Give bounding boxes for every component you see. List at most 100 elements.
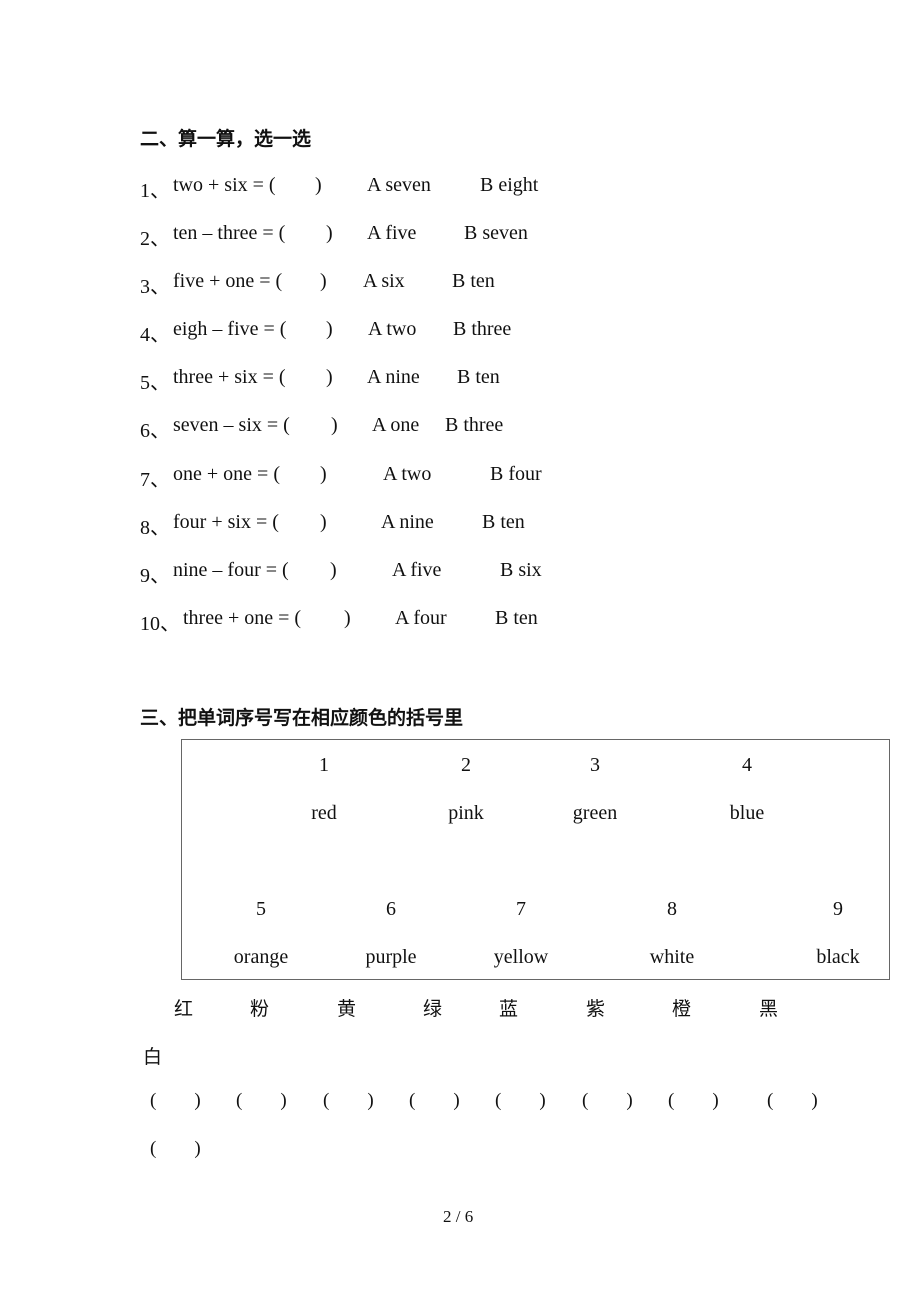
- close-paren: ): [811, 1090, 818, 1111]
- color-word: pink: [448, 802, 484, 824]
- color-word: green: [572, 802, 618, 824]
- open-paren: (: [495, 1090, 502, 1111]
- option-b[interactable]: B ten: [452, 270, 495, 293]
- option-a[interactable]: A five: [392, 559, 441, 582]
- open-paren: (: [409, 1090, 416, 1111]
- question-expression: four + six = (: [173, 511, 279, 533]
- question-expression: one + one = (: [173, 463, 280, 485]
- word-number: 3: [590, 754, 600, 776]
- option-a[interactable]: A five: [367, 222, 416, 245]
- chinese-color-label: 黄: [337, 998, 357, 1020]
- option-b[interactable]: B seven: [464, 222, 528, 245]
- answer-close-paren: ): [344, 607, 351, 629]
- option-a[interactable]: A one: [372, 414, 419, 437]
- question-expression: seven – six = (: [173, 414, 290, 436]
- section-2-title: 二、算一算，选一选: [140, 128, 312, 150]
- chinese-color-label: 黑: [759, 998, 779, 1020]
- word-number: 6: [386, 898, 396, 920]
- close-paren: ): [712, 1090, 719, 1111]
- word-number: 7: [516, 898, 526, 920]
- question-number: 3、: [140, 276, 170, 298]
- close-paren: ): [194, 1090, 201, 1111]
- question-number: 1、: [140, 180, 170, 202]
- close-paren: ): [539, 1090, 546, 1111]
- option-a[interactable]: A two: [368, 318, 416, 341]
- color-word: white: [649, 946, 695, 968]
- section-3-title: 三、把单词序号写在相应颜色的括号里: [140, 707, 464, 729]
- question-number: 2、: [140, 228, 170, 250]
- answer-close-paren: ): [326, 366, 333, 388]
- word-number: 9: [833, 898, 843, 920]
- question-expression: nine – four = (: [173, 559, 289, 581]
- question-expression: five + one = (: [173, 270, 283, 292]
- chinese-color-label: 绿: [423, 998, 443, 1020]
- option-b[interactable]: B three: [445, 414, 503, 437]
- close-paren: ): [280, 1090, 287, 1111]
- option-b[interactable]: B ten: [495, 607, 538, 630]
- option-b[interactable]: B ten: [457, 366, 500, 389]
- option-b[interactable]: B four: [490, 463, 542, 486]
- open-paren: (: [582, 1090, 589, 1111]
- answer-close-paren: ): [326, 318, 333, 340]
- answer-blank[interactable]: (): [150, 1090, 201, 1112]
- answer-blank[interactable]: (): [495, 1090, 546, 1112]
- close-paren: ): [367, 1090, 374, 1111]
- question-number: 7、: [140, 469, 170, 491]
- word-box: 1 red 2 pink 3 green 4 blue 5 orange 6 purple 7 yello…: [181, 739, 890, 980]
- answer-close-paren: ): [331, 414, 338, 436]
- word-number: 4: [742, 754, 752, 776]
- option-a[interactable]: A nine: [381, 511, 434, 534]
- color-word: black: [816, 946, 860, 968]
- answer-close-paren: ): [315, 174, 322, 196]
- answer-blank[interactable]: (): [409, 1090, 460, 1112]
- close-paren: ): [626, 1090, 633, 1111]
- open-paren: (: [236, 1090, 243, 1111]
- answer-blank[interactable]: (): [236, 1090, 287, 1112]
- option-b[interactable]: B six: [500, 559, 542, 582]
- option-b[interactable]: B eight: [480, 174, 538, 197]
- option-a[interactable]: A nine: [367, 366, 420, 389]
- open-paren: (: [150, 1090, 157, 1111]
- answer-blank[interactable]: (): [582, 1090, 633, 1112]
- chinese-color-label: 红: [174, 998, 194, 1020]
- question-expression: eigh – five = (: [173, 318, 287, 340]
- word-number: 2: [461, 754, 471, 776]
- open-paren: (: [150, 1138, 157, 1159]
- chinese-color-label: 蓝: [499, 998, 519, 1020]
- answer-blank[interactable]: (): [767, 1090, 818, 1112]
- answer-blank[interactable]: (): [150, 1138, 201, 1160]
- answer-blank[interactable]: (): [323, 1090, 374, 1112]
- color-word: orange: [233, 946, 289, 968]
- answer-blank[interactable]: (): [668, 1090, 719, 1112]
- question-number: 10、: [140, 613, 180, 635]
- question-number: 4、: [140, 324, 170, 346]
- close-paren: ): [453, 1090, 460, 1111]
- answer-close-paren: ): [320, 463, 327, 485]
- question-expression: three + six = (: [173, 366, 286, 388]
- question-number: 8、: [140, 517, 170, 539]
- answer-close-paren: ): [320, 511, 327, 533]
- page-number: 2 / 6: [443, 1207, 474, 1226]
- word-number: 5: [256, 898, 266, 920]
- color-word: purple: [365, 946, 417, 968]
- answer-close-paren: ): [330, 559, 337, 581]
- chinese-color-label: 橙: [672, 998, 692, 1020]
- option-a[interactable]: A six: [363, 270, 405, 293]
- option-a[interactable]: A two: [383, 463, 431, 486]
- open-paren: (: [767, 1090, 774, 1111]
- open-paren: (: [668, 1090, 675, 1111]
- question-expression: two + six = (: [173, 174, 276, 196]
- chinese-color-label: 白: [143, 1046, 163, 1068]
- question-expression: ten – three = (: [173, 222, 286, 244]
- close-paren: ): [194, 1138, 201, 1159]
- word-number: 1: [319, 754, 329, 776]
- option-a[interactable]: A seven: [367, 174, 431, 197]
- answer-close-paren: ): [320, 270, 327, 292]
- option-b[interactable]: B ten: [482, 511, 525, 534]
- question-number: 9、: [140, 565, 170, 587]
- chinese-color-label: 粉: [250, 998, 270, 1020]
- option-a[interactable]: A four: [395, 607, 447, 630]
- color-word: yellow: [493, 946, 549, 968]
- question-number: 6、: [140, 420, 170, 442]
- option-b[interactable]: B three: [453, 318, 511, 341]
